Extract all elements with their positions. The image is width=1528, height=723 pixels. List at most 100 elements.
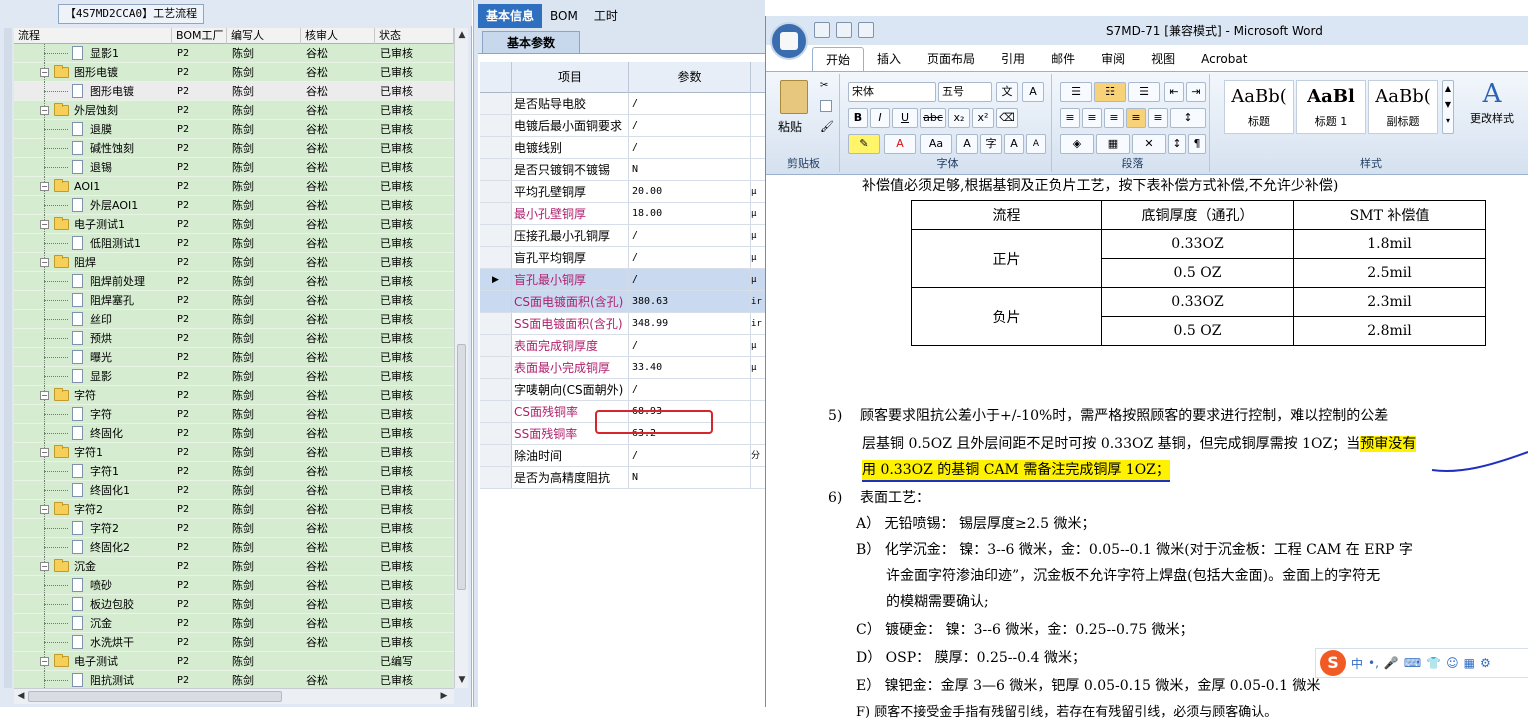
tree-node[interactable]: 沉金 (14, 613, 172, 633)
scroll-right-arrow-icon[interactable]: ▶ (438, 690, 450, 703)
param-value[interactable]: / (629, 225, 751, 246)
tree-node[interactable]: 丝印 (14, 309, 172, 329)
tree-node[interactable]: − 阻焊 (14, 252, 172, 272)
param-row[interactable]: 是否为高精度阻抗 N (480, 467, 766, 489)
col-header-param[interactable]: 参数 (629, 62, 751, 93)
scroll-up-arrow-icon[interactable]: ▲ (457, 29, 467, 41)
undo-icon[interactable] (836, 22, 852, 38)
table-row[interactable]: − 沉金 P2 陈剑 谷松 已审核 (14, 556, 454, 576)
tab-work-hours[interactable]: 工时 (586, 4, 626, 28)
increase-indent-icon[interactable]: ⇥ (1186, 82, 1206, 102)
param-row[interactable]: 字唛朝向(CS面朝外) / (480, 379, 766, 401)
font-size-select[interactable]: 五号 (938, 82, 992, 102)
numbering-icon[interactable]: ☷ (1094, 82, 1126, 102)
ribbon-tab-review[interactable]: 审阅 (1088, 47, 1138, 71)
table-row[interactable]: 曝光 P2 陈剑 谷松 已审核 (14, 347, 454, 367)
ribbon-tab-view[interactable]: 视图 (1138, 47, 1188, 71)
distribute-icon[interactable]: ≡ (1148, 108, 1168, 128)
paste-button[interactable]: 粘贴 (778, 118, 802, 135)
table-row[interactable]: 外层AOI1 P2 陈剑 谷松 已审核 (14, 195, 454, 215)
char-shading-icon[interactable]: A (956, 134, 978, 154)
param-value[interactable]: / (629, 445, 751, 466)
param-row[interactable]: 除油时间 / 分 (480, 445, 766, 467)
clear-format-icon[interactable]: ⌫ (996, 108, 1018, 128)
param-row[interactable]: 表面完成铜厚度 / μ (480, 335, 766, 357)
phonetic-guide-icon[interactable]: 文 (996, 82, 1018, 102)
tree-node[interactable]: 字符2 (14, 518, 172, 538)
tree-node[interactable]: 字符 (14, 404, 172, 424)
table-row[interactable]: 终固化1 P2 陈剑 谷松 已审核 (14, 480, 454, 500)
row-indicator[interactable] (480, 335, 512, 356)
param-value[interactable]: / (629, 335, 751, 356)
ime-settings-icon[interactable]: ⚙ (1480, 656, 1491, 670)
tree-node[interactable]: − 字符1 (14, 442, 172, 462)
scroll-down-arrow-icon[interactable]: ▼ (457, 674, 467, 686)
highlight-color-icon[interactable]: ✎ (848, 134, 880, 154)
tree-node[interactable]: 水洗烘干 (14, 632, 172, 652)
ribbon-tab-acrobat[interactable]: Acrobat (1188, 47, 1260, 71)
vscroll-thumb[interactable] (457, 344, 466, 590)
collapse-icon[interactable]: − (40, 504, 49, 514)
tree-node[interactable]: − 电子测试1 (14, 214, 172, 234)
tree-node[interactable]: 碱性蚀刻 (14, 138, 172, 158)
col-header-reviewer[interactable]: 核审人 (301, 28, 375, 44)
decrease-indent-icon[interactable]: ⇤ (1164, 82, 1184, 102)
tree-node[interactable]: 阻焊前处理 (14, 271, 172, 291)
table-row[interactable]: − 字符2 P2 陈剑 谷松 已审核 (14, 499, 454, 519)
ime-punctuation-icon[interactable]: •, (1368, 656, 1379, 670)
ribbon-tab-insert[interactable]: 插入 (864, 47, 914, 71)
row-indicator[interactable] (480, 137, 512, 158)
char-scale-button[interactable]: Aa (920, 134, 952, 154)
ribbon-tab-references[interactable]: 引用 (988, 47, 1038, 71)
align-right-icon[interactable]: ≡ (1104, 108, 1124, 128)
tree-node[interactable]: 喷砂 (14, 575, 172, 595)
superscript-button[interactable]: x² (972, 108, 994, 128)
col-header-item[interactable]: 项目 (512, 62, 629, 93)
ribbon-tab-page-layout[interactable]: 页面布局 (914, 47, 988, 71)
document-page[interactable]: 补偿值必须足够,根据基铜及正负片工艺，按下表补偿方式补偿,不允许少补偿) 流程 … (766, 176, 1528, 720)
shrink-font-button[interactable]: A (1026, 134, 1046, 154)
param-row[interactable]: 是否贴导电胶 / (480, 93, 766, 115)
param-row[interactable]: SS面电镀面积(含孔) 348.99 ir (480, 313, 766, 335)
font-name-select[interactable]: 宋体 (848, 82, 936, 102)
row-indicator[interactable] (480, 93, 512, 114)
tree-node[interactable]: − 字符 (14, 385, 172, 405)
row-indicator[interactable] (480, 115, 512, 136)
param-row[interactable]: 表面最小完成铜厚 33.40 μ (480, 357, 766, 379)
param-value[interactable]: 380.63 (629, 291, 751, 312)
table-row[interactable]: 碱性蚀刻 P2 陈剑 谷松 已审核 (14, 138, 454, 158)
param-row[interactable]: 平均孔壁铜厚 20.00 μ (480, 181, 766, 203)
col-header-writer[interactable]: 编写人 (227, 28, 301, 44)
param-value[interactable]: / (629, 137, 751, 158)
param-row[interactable]: 盲孔平均铜厚 / μ (480, 247, 766, 269)
param-value[interactable]: / (629, 115, 751, 136)
redo-icon[interactable] (858, 22, 874, 38)
table-row[interactable]: − 图形电镀 P2 陈剑 谷松 已审核 (14, 62, 454, 82)
tree-node[interactable]: 显影 (14, 366, 172, 386)
copy-icon[interactable] (820, 100, 832, 112)
table-row[interactable]: 阻焊塞孔 P2 陈剑 谷松 已审核 (14, 290, 454, 310)
collapse-icon[interactable]: − (40, 561, 49, 571)
table-row[interactable]: 退膜 P2 陈剑 谷松 已审核 (14, 119, 454, 139)
col-header-bom[interactable]: BOM工厂 (172, 28, 227, 44)
col-header-status[interactable]: 状态 (375, 28, 454, 44)
table-row[interactable]: 阻抗测试 P2 陈剑 谷松 已审核 (14, 670, 454, 688)
ime-toolbar[interactable]: S 中 •, 🎤 ⌨ 👕 ☺ ▦ ⚙ (1315, 648, 1528, 678)
collapse-icon[interactable]: − (40, 219, 49, 229)
tab-basic-info[interactable]: 基本信息 (478, 4, 543, 28)
save-icon[interactable] (814, 22, 830, 38)
param-row[interactable]: 电镀后最小面铜要求 / (480, 115, 766, 137)
row-indicator[interactable] (480, 357, 512, 378)
param-row[interactable]: 压接孔最小孔铜厚 / μ (480, 225, 766, 247)
italic-button[interactable]: I (870, 108, 890, 128)
table-row[interactable]: − 字符 P2 陈剑 谷松 已审核 (14, 385, 454, 405)
tree-node[interactable]: − 电子测试 (14, 651, 172, 671)
cut-icon[interactable]: ✂ (820, 80, 832, 92)
collapse-icon[interactable]: − (40, 67, 49, 77)
table-row[interactable]: − 字符1 P2 陈剑 谷松 已审核 (14, 442, 454, 462)
table-row[interactable]: 终固化 P2 陈剑 谷松 已审核 (14, 423, 454, 443)
sogou-logo-icon[interactable]: S (1320, 650, 1346, 676)
scroll-left-arrow-icon[interactable]: ◀ (15, 690, 27, 703)
table-row[interactable]: 显影1 P2 陈剑 谷松 已审核 (14, 43, 454, 63)
tree-node[interactable]: − 外层蚀刻 (14, 100, 172, 120)
